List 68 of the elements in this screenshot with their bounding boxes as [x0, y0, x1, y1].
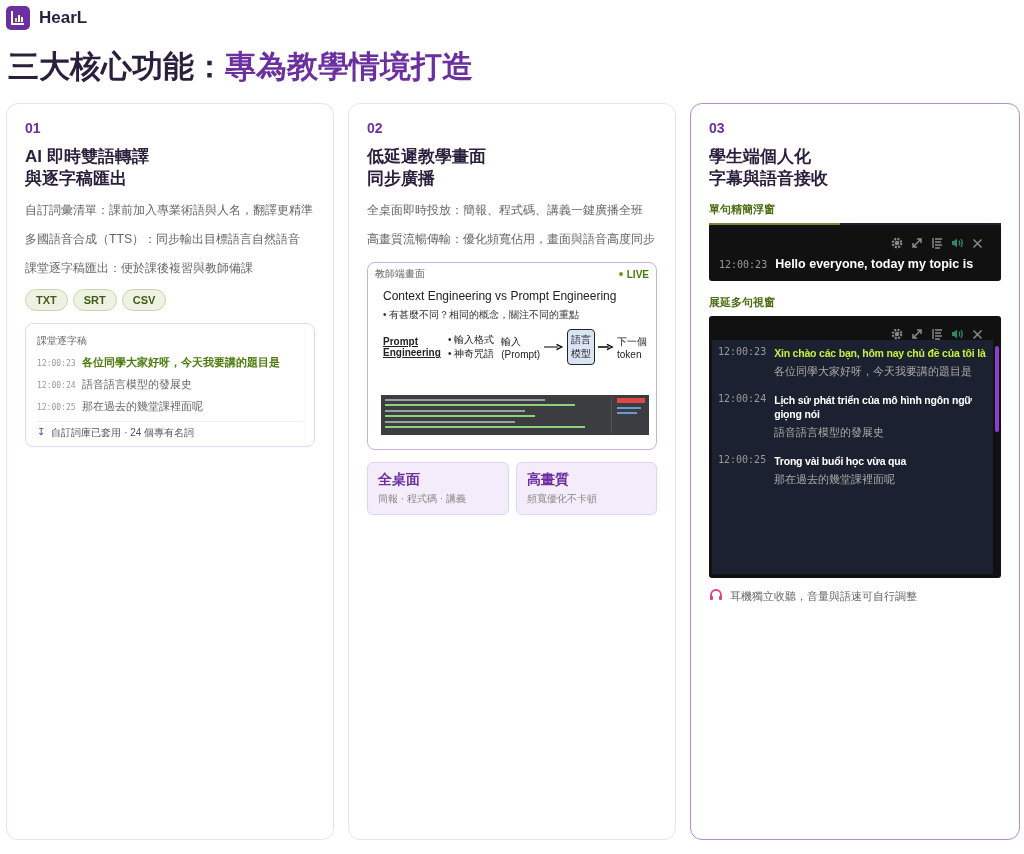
translated-subtitle: Xin chào các bạn, hôm nay chủ đề của tôi là	[774, 346, 986, 360]
live-badge: LIVE	[618, 267, 649, 281]
translated-subtitle: Trong vài buổi học vừa qua	[774, 454, 907, 468]
diagram-label: 輸入 (Prompt)	[501, 334, 542, 360]
dictionary-status: 自訂詞庫已套用 · 24 個專有名詞	[51, 426, 196, 440]
headphones-icon	[709, 588, 723, 601]
preview-label: 教師端畫面	[375, 267, 425, 281]
tile-title: 全桌面	[378, 471, 421, 489]
list-icon[interactable]	[931, 237, 943, 249]
format-tag: SRT	[72, 289, 117, 311]
tile-subtitle: 頻寬優化不卡頓	[526, 492, 598, 506]
close-icon[interactable]	[972, 237, 983, 249]
transcript-line: 那在過去的幾堂課裡面呢	[81, 399, 203, 414]
translated-subtitle: Lịch sử phát triển của mô hình ngôn ngữ giọng nói	[774, 393, 973, 421]
section-label: 展延多句視窗	[709, 295, 776, 310]
timestamp: 12:00:23	[718, 346, 767, 359]
speaker-icon[interactable]	[951, 328, 964, 340]
card-number: 02	[367, 120, 384, 136]
timestamp: 12:00:23	[719, 259, 768, 270]
card-title: 低延遲教學畫面 同步廣播	[367, 146, 487, 190]
section-label: 單句精簡浮窗	[709, 202, 776, 217]
original-subtitle: 那在過去的幾堂課裡面呢	[774, 472, 897, 487]
diagram-label: 下一個 token	[617, 334, 648, 360]
original-subtitle: 語音語言模型的發展史	[774, 425, 886, 440]
feature-text: 自訂詞彙清單：課前加入專業術語與人名，翻譯更精準	[25, 202, 314, 219]
transcript-line: 各位同學大家好呀，今天我要講的題目是	[81, 355, 280, 370]
arrow-icon	[597, 343, 614, 351]
timestamp: 12:00:23	[37, 359, 76, 368]
expand-icon[interactable]	[911, 328, 923, 340]
feature-text: 多國語音合成（TTS）：同步輸出目標語言自然語音	[25, 231, 302, 248]
scrollbar-thumb[interactable]	[995, 346, 999, 432]
slide-title: Context Engineering vs Prompt Engineering	[383, 289, 618, 303]
tile-title: 高畫質	[526, 471, 570, 489]
feature-text: 課堂逐字稿匯出：便於課後複習與教師備課	[25, 260, 254, 277]
settings-icon[interactable]	[891, 237, 903, 249]
tile-subtitle: 簡報 · 程式碼 · 講義	[378, 492, 467, 506]
card-title: AI 即時雙語轉譯 與逐字稿匯出	[25, 146, 150, 190]
dictionary-icon: ↧	[37, 426, 46, 440]
card-number: 03	[709, 120, 726, 136]
speaker-icon[interactable]	[951, 237, 964, 249]
transcript-line: 語音語言模型的發展史	[81, 377, 192, 392]
settings-icon[interactable]	[891, 328, 903, 340]
page-heading: 三大核心功能：專為教學情境打造	[8, 48, 474, 86]
panel-title: 課堂逐字稿	[37, 334, 88, 348]
diagram-item: • 輸入格式	[448, 333, 495, 347]
note-text: 耳機獨立收聽，音量與語速可自行調整	[730, 589, 918, 604]
feature-text: 高畫質流暢傳輸：優化頻寬佔用，畫面與語音高度同步	[367, 231, 656, 248]
diagram-label: Prompt Engineering	[383, 336, 442, 358]
timestamp: 12:00:24	[718, 393, 767, 406]
subtitle-text: Hello everyone, today my topic is	[775, 257, 974, 271]
model-box: 語言模型	[566, 329, 595, 365]
diagram-item: • 神奇咒語	[448, 347, 495, 361]
close-icon[interactable]	[972, 328, 983, 340]
card-title: 學生端個人化 字幕與語音接收	[709, 146, 829, 190]
format-tag: CSV	[121, 289, 167, 311]
logo-icon	[6, 6, 30, 30]
format-tag: TXT	[25, 289, 68, 311]
timestamp: 12:00:25	[718, 454, 767, 467]
feature-text: 全桌面即時投放：簡報、程式碼、講義一鍵廣播全班	[367, 202, 644, 219]
app-name: HearL	[39, 8, 88, 28]
timestamp: 12:00:24	[37, 381, 76, 390]
original-subtitle: 各位同學大家好呀，今天我要講的題目是	[774, 364, 974, 379]
list-icon[interactable]	[931, 328, 943, 340]
arrow-icon	[544, 343, 564, 351]
slide-bullet: • 有甚麼不同？相同的概念，關注不同的重點	[383, 308, 581, 322]
card-number: 01	[25, 120, 42, 136]
timestamp: 12:00:25	[37, 403, 76, 412]
expand-icon[interactable]	[911, 237, 923, 249]
